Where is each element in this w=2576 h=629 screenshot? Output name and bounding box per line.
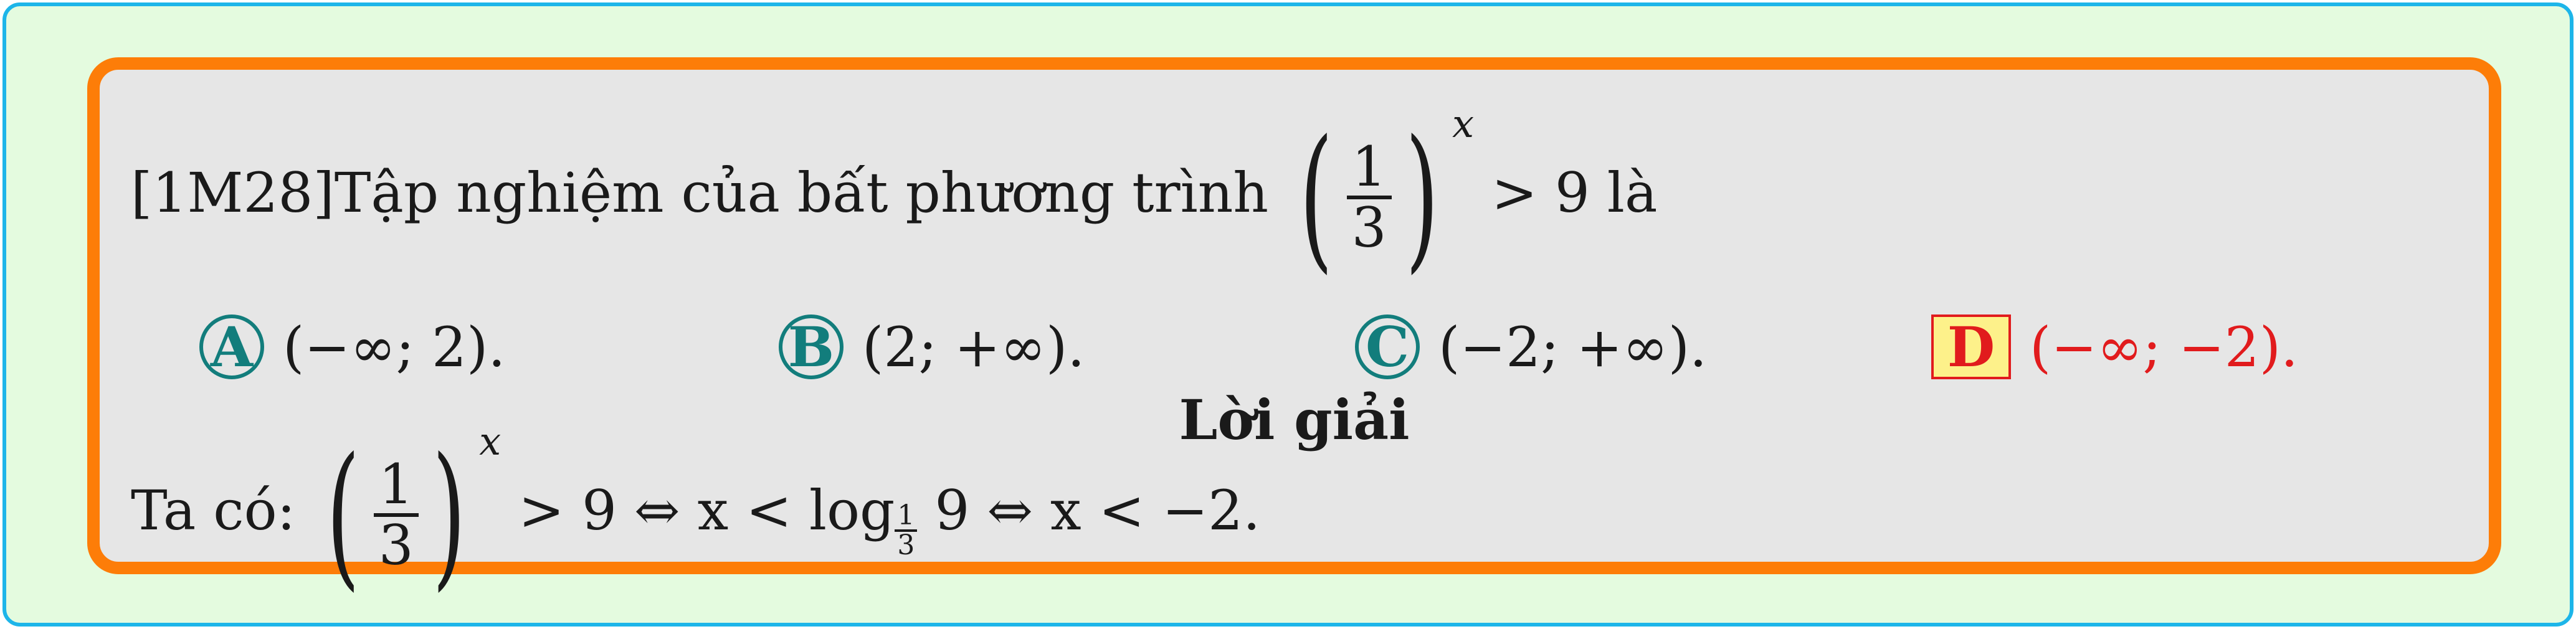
- option-c-text: (−2; +∞).: [1438, 314, 1708, 379]
- option-a-badge: A: [199, 314, 264, 379]
- solution-fraction-numerator: 1: [373, 455, 419, 517]
- option-b-badge: B: [779, 314, 844, 379]
- solution-right-paren: ): [432, 424, 466, 605]
- solution-step2: 9 ⇔ x < −2.: [934, 478, 1261, 542]
- option-a[interactable]: A (−∞; 2).: [199, 310, 505, 384]
- question-exponent: x: [1452, 101, 1475, 146]
- solution-fraction-denominator: 3: [378, 513, 414, 577]
- outer-frame: [1M28]Tập nghiệm của bất phương trình (1…: [2, 2, 2574, 627]
- fraction-denominator: 3: [1351, 196, 1387, 260]
- question-text: Tập nghiệm của bất phương trình: [334, 160, 1269, 225]
- option-c[interactable]: C (−2; +∞).: [1355, 310, 1707, 384]
- fraction-numerator: 1: [1346, 138, 1392, 199]
- log-base-numerator: 1: [895, 501, 918, 532]
- solution-intro: Ta có:: [131, 478, 296, 542]
- option-d-text: (−∞; −2).: [2030, 314, 2299, 379]
- question-id: [1M28]: [131, 160, 335, 225]
- question-line: [1M28]Tập nghiệm của bất phương trình (1…: [131, 101, 1658, 288]
- solution-fraction: 13: [373, 455, 419, 577]
- solution-left-paren: (: [326, 424, 360, 605]
- option-b-text: (2; +∞).: [862, 314, 1085, 379]
- question-fraction: 13: [1346, 138, 1392, 260]
- option-c-badge: C: [1355, 314, 1420, 379]
- solution-exponent: x: [479, 419, 501, 464]
- option-b[interactable]: B (2; +∞).: [779, 310, 1085, 384]
- solution-step1: > 9 ⇔ x < log: [518, 478, 895, 542]
- question-card: [1M28]Tập nghiệm của bất phương trình (1…: [87, 57, 2501, 593]
- solution-line: Ta có: (1 3) x > 9 ⇔ x < log 1 3 9 ⇔ x < −2.: [131, 419, 1261, 605]
- log-base-denominator: 3: [897, 529, 915, 561]
- log-base-fraction: 13: [895, 501, 918, 561]
- option-a-text: (−∞; 2).: [283, 314, 506, 379]
- question-relation: > 9 là: [1491, 160, 1658, 225]
- left-paren: (: [1300, 106, 1333, 288]
- option-d[interactable]: D (−∞; −2).: [1931, 310, 2298, 384]
- right-paren: ): [1405, 106, 1439, 288]
- option-d-badge: D: [1931, 314, 2011, 379]
